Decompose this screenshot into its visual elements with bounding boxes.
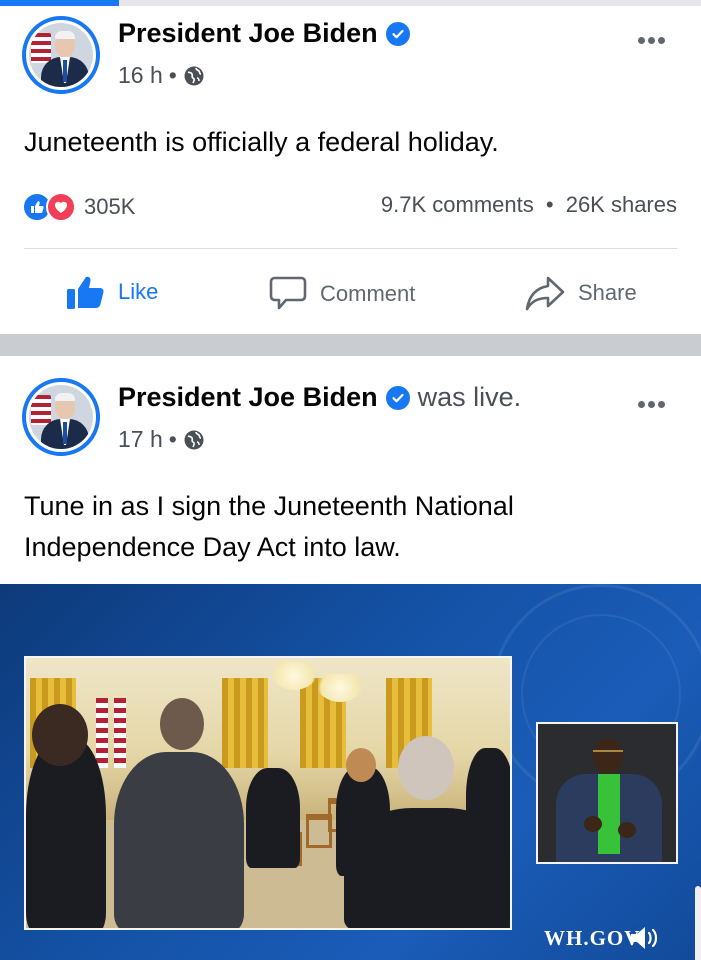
post-timestamp[interactable]: 17 h <box>118 426 163 453</box>
comment-bubble-icon <box>269 276 307 310</box>
share-button[interactable]: Share <box>524 274 637 312</box>
scroll-indicator[interactable] <box>695 886 701 960</box>
wh-gov-watermark: WH.GOV <box>544 926 641 950</box>
actions-divider <box>24 248 677 249</box>
live-status-text: was live. <box>417 382 522 412</box>
post-header: President Joe Biden <box>118 18 410 49</box>
verified-badge-icon <box>385 385 410 410</box>
shares-count[interactable]: 26K shares <box>566 192 677 217</box>
post-text: Tune in as I sign the Juneteenth Nationa… <box>24 491 514 562</box>
comments-count[interactable]: 9.7K comments <box>381 192 534 217</box>
globe-icon <box>183 65 205 87</box>
comment-label: Comment <box>320 281 416 306</box>
reaction-count: 305K <box>84 194 136 219</box>
thumbs-up-icon <box>67 276 104 309</box>
author-avatar[interactable] <box>22 378 100 456</box>
post-timestamp[interactable]: 16 h <box>118 62 163 89</box>
comment-button[interactable]: Comment <box>268 274 415 314</box>
globe-icon <box>183 429 205 451</box>
feed-post-1: President Joe Biden 16 h • Juneteenth is… <box>0 6 701 334</box>
post-header: President Joe Biden was live. <box>118 382 521 413</box>
live-video-player[interactable]: WH.GOV <box>0 584 701 960</box>
share-label: Share <box>578 280 637 305</box>
reactions-summary[interactable]: 305K <box>22 192 135 222</box>
engagement-counts: 9.7K comments • 26K shares <box>381 192 677 218</box>
author-name[interactable]: President Joe Biden <box>118 18 378 49</box>
feed-divider <box>0 334 701 356</box>
more-options-icon[interactable] <box>635 392 665 413</box>
post-actions: Like Comment Share <box>0 274 701 314</box>
author-avatar[interactable] <box>22 16 100 94</box>
meta-separator: • <box>168 426 177 452</box>
post-meta: 17 h • <box>118 426 205 453</box>
author-name[interactable]: President Joe Biden <box>118 382 378 413</box>
video-main-view <box>24 656 512 930</box>
sign-language-interpreter-view <box>536 722 678 864</box>
like-label: Like <box>118 279 159 304</box>
like-button[interactable]: Like <box>66 274 158 310</box>
more-options-icon[interactable] <box>635 28 665 49</box>
meta-separator: • <box>168 62 177 88</box>
verified-badge-icon <box>385 21 410 46</box>
counts-separator: • <box>545 192 554 217</box>
feed-post-2: President Joe Biden was live. 17 h • Tun… <box>0 356 701 960</box>
post-text: Juneteenth is officially a federal holid… <box>24 127 499 157</box>
share-arrow-icon <box>525 276 565 311</box>
speaker-icon[interactable] <box>628 924 662 952</box>
post-meta: 16 h • <box>118 62 205 89</box>
love-reaction-icon <box>46 192 76 222</box>
